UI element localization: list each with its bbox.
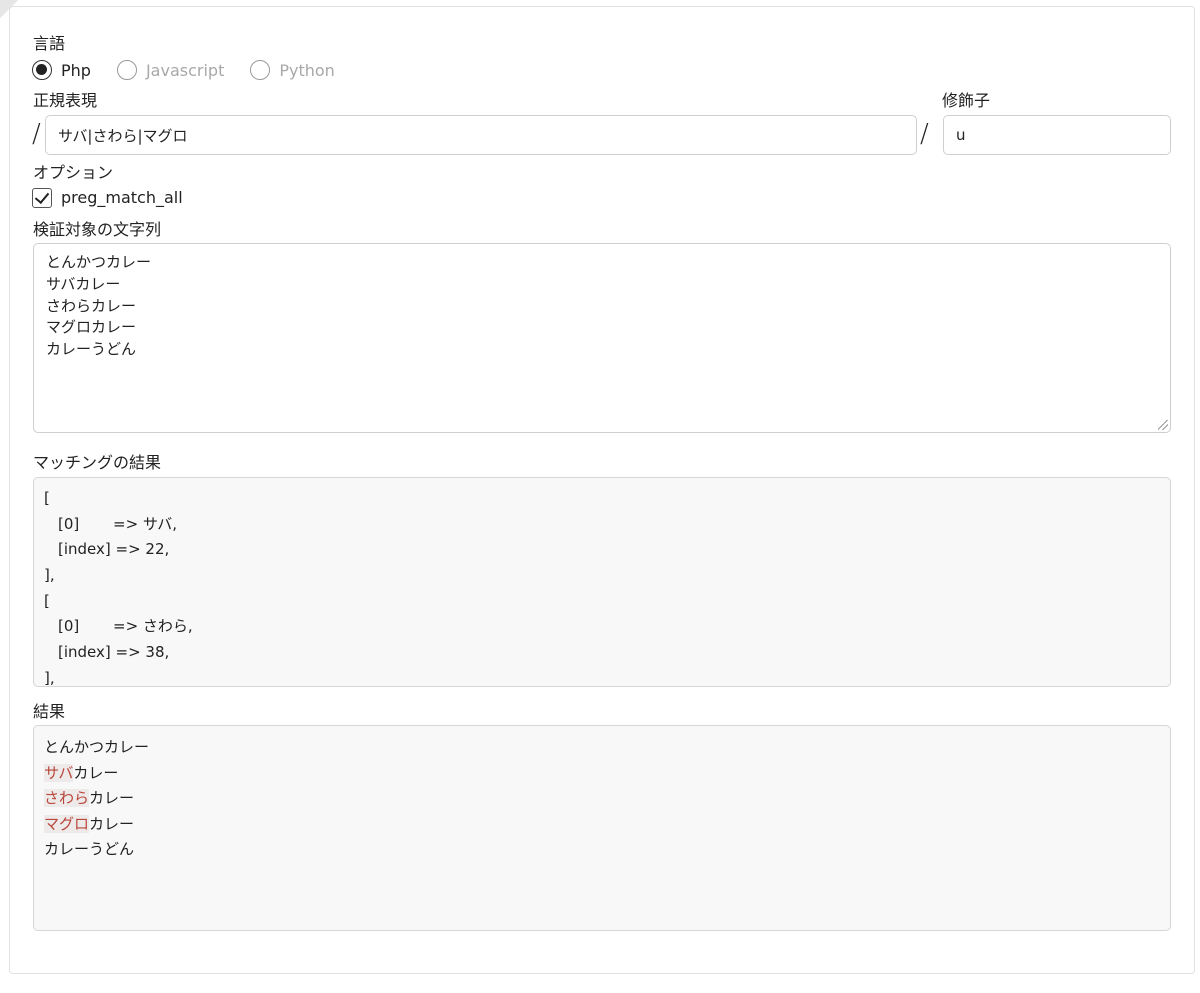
- match-close-bracket: ],: [44, 566, 55, 585]
- radio-javascript[interactable]: Javascript: [116, 60, 224, 80]
- match-value: => 22,: [115, 540, 170, 559]
- result-line-text: カレーうどん: [44, 840, 135, 859]
- result-match-highlight: マグロ: [44, 814, 90, 833]
- result-line-text: カレー: [73, 763, 119, 782]
- match-row: [0] => さわら,: [44, 614, 1160, 640]
- match-open-bracket: [: [44, 489, 50, 507]
- match-row: [index] => 38,: [44, 640, 1160, 666]
- modifier-input[interactable]: u: [943, 115, 1171, 155]
- result-line: さわらカレー: [44, 786, 1160, 812]
- subject-line: カレーうどん: [46, 340, 137, 359]
- preg-match-all-label[interactable]: preg_match_all: [61, 190, 183, 206]
- options-label: オプション: [33, 163, 114, 182]
- subject-line: さわらカレー: [46, 296, 137, 315]
- result-match-highlight: サバ: [44, 763, 74, 782]
- radio-python-circle[interactable]: [250, 60, 271, 80]
- match-row: [index] => 22,: [44, 537, 1160, 563]
- regex-close-delimiter: /: [920, 119, 929, 149]
- radio-php-label[interactable]: Php: [61, 61, 91, 80]
- result-match-highlight: さわら: [44, 789, 90, 808]
- radio-php[interactable]: Php: [32, 60, 91, 80]
- match-close-bracket: ],: [44, 668, 55, 687]
- result-line: サバカレー: [44, 761, 1160, 787]
- language-label: 言語: [33, 34, 66, 53]
- radio-php-circle[interactable]: [32, 60, 52, 80]
- subject-line: マグロカレー: [46, 318, 137, 337]
- match-value: => さわら,: [113, 617, 193, 636]
- match-value: => サバ,: [113, 514, 178, 533]
- radio-javascript-circle[interactable]: [116, 60, 137, 80]
- result-line-text: カレー: [89, 814, 135, 833]
- regex-label: 正規表現: [33, 91, 98, 110]
- result-line-text: とんかつカレー: [44, 738, 150, 756]
- match-key: [0]: [58, 514, 80, 533]
- result-line: とんかつカレー: [44, 735, 1160, 761]
- modifier-label: 修飾子: [942, 91, 991, 110]
- result-line-text: カレー: [89, 789, 135, 808]
- match-key: [0]: [58, 617, 80, 636]
- match-key: [index]: [58, 540, 111, 559]
- subject-textarea[interactable]: とんかつカレー サバカレー さわらカレー マグロカレー カレーうどん: [33, 243, 1171, 433]
- regex-open-delimiter: /: [32, 119, 41, 149]
- result-output: とんかつカレー サバカレー さわらカレー マグロカレー カレーうどん: [33, 725, 1171, 931]
- radio-javascript-label[interactable]: Javascript: [146, 61, 224, 80]
- resize-grip-icon[interactable]: [1158, 420, 1168, 430]
- language-radio-group: Php Javascript Python: [32, 59, 361, 81]
- subject-line: サバカレー: [46, 274, 121, 293]
- match-value: => 38,: [115, 643, 170, 662]
- preg-match-all-checkbox[interactable]: [32, 188, 52, 208]
- matching-label: マッチングの結果: [33, 453, 162, 472]
- subject-line: とんかつカレー: [46, 253, 152, 271]
- matching-output: [ [0] => サバ, [index] => 22, ], [ [0] => さわ…: [33, 477, 1171, 687]
- regex-input[interactable]: サバ|さわら|マグロ: [45, 115, 917, 155]
- result-label: 結果: [33, 702, 66, 721]
- match-open-bracket: [: [44, 591, 50, 610]
- subject-label: 検証対象の文字列: [33, 220, 162, 239]
- radio-python-label[interactable]: Python: [279, 61, 334, 80]
- match-key: [index]: [58, 643, 111, 662]
- match-row: [0] => サバ,: [44, 512, 1160, 538]
- result-line: カレーうどん: [44, 837, 1160, 863]
- result-line: マグロカレー: [44, 812, 1160, 838]
- radio-python[interactable]: Python: [250, 60, 335, 80]
